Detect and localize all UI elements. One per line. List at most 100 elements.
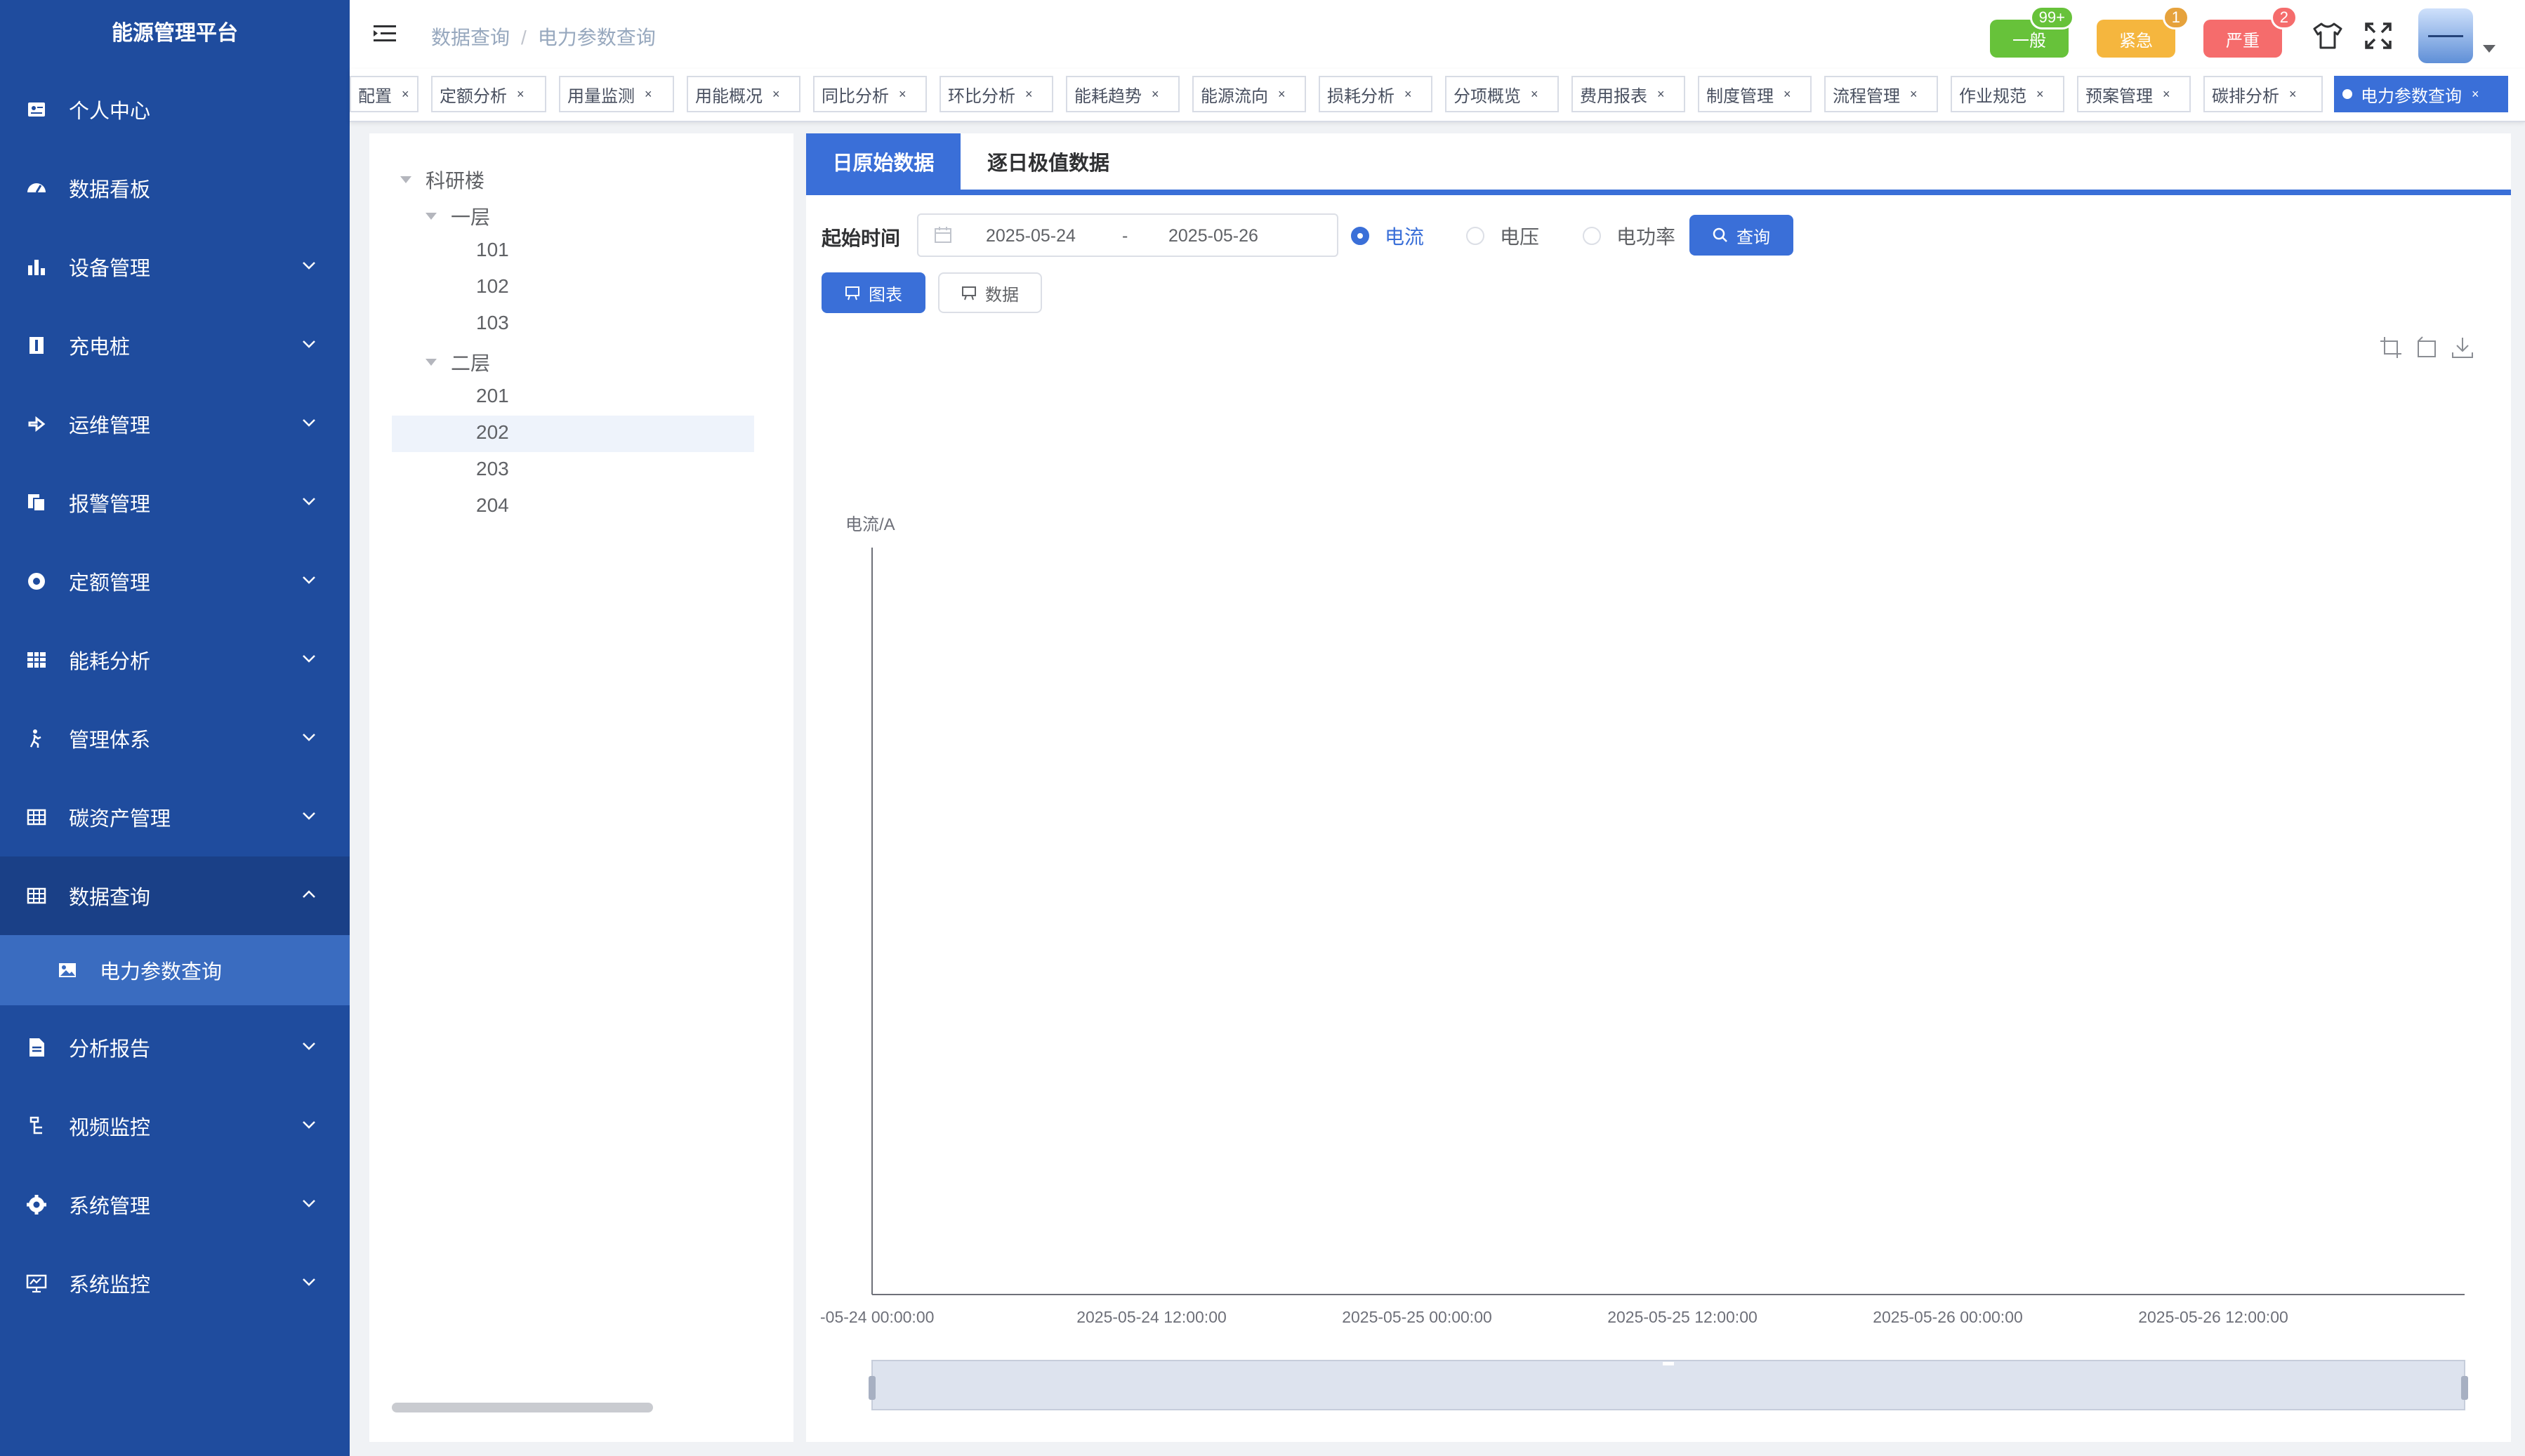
tree-node-room[interactable]: 201 (476, 385, 509, 407)
close-icon[interactable]: × (2163, 87, 2170, 102)
tag[interactable]: 分项概览 × (1445, 76, 1559, 112)
close-icon[interactable]: × (1404, 87, 1412, 102)
close-icon[interactable]: × (1784, 87, 1791, 102)
theme-shirt-icon[interactable] (2312, 20, 2344, 52)
sidebar-item[interactable]: 能耗分析 (0, 621, 350, 699)
hamburger-menu-icon[interactable] (372, 21, 397, 46)
expand-caret-icon[interactable] (426, 213, 437, 220)
tag[interactable]: 配置 × (350, 76, 418, 112)
tag[interactable]: 碳排分析 × (2203, 76, 2323, 112)
sidebar-item[interactable]: 管理体系 (0, 699, 350, 778)
close-icon[interactable]: × (2036, 87, 2044, 102)
close-icon[interactable]: × (1657, 87, 1665, 102)
sidebar-item[interactable]: 系统管理 (0, 1165, 350, 1244)
chevron-down-icon[interactable] (299, 334, 319, 354)
expand-caret-icon[interactable] (400, 176, 411, 183)
alert-severe-button[interactable]: 严重 2 (2203, 6, 2297, 58)
sidebar-item[interactable]: 分析报告 (0, 1008, 350, 1087)
start-date-input[interactable]: 2025-05-24 (986, 226, 1076, 246)
breadcrumb-item[interactable]: 数据查询 (431, 27, 510, 48)
avatar[interactable] (2418, 8, 2473, 63)
chevron-down-icon[interactable] (299, 806, 319, 826)
close-icon[interactable]: × (517, 87, 525, 102)
radio-current[interactable]: 电流 (1351, 222, 1424, 250)
chevron-down-icon[interactable] (299, 256, 319, 275)
close-icon[interactable]: × (2472, 87, 2479, 102)
tag[interactable]: 同比分析 × (813, 76, 927, 112)
tag[interactable]: 作业规范 × (1951, 76, 2064, 112)
tag[interactable]: 损耗分析 × (1319, 76, 1432, 112)
caret-down-icon[interactable] (2483, 45, 2496, 53)
sidebar-item[interactable]: 运维管理 (0, 385, 350, 463)
sidebar-item[interactable]: 报警管理 (0, 463, 350, 542)
close-icon[interactable]: × (1025, 87, 1033, 102)
close-icon[interactable]: × (402, 87, 409, 102)
end-date-input[interactable]: 2025-05-26 (1168, 226, 1258, 246)
chevron-down-icon[interactable] (299, 1272, 319, 1292)
tag[interactable]: 能耗趋势 × (1066, 76, 1180, 112)
chart-view-button[interactable]: 图表 (822, 272, 925, 313)
sidebar-item[interactable]: 碳资产管理 (0, 778, 350, 856)
tree-node-room[interactable]: 102 (476, 275, 509, 298)
chevron-down-icon[interactable] (299, 1193, 319, 1213)
tree-node-room-selected[interactable]: 202 (476, 421, 509, 444)
tag[interactable]: 环比分析 × (940, 76, 1053, 112)
tag[interactable]: 费用报表 × (1571, 76, 1685, 112)
sidebar-item[interactable]: 系统监控 (0, 1244, 350, 1323)
close-icon[interactable]: × (2289, 87, 2297, 102)
close-icon[interactable]: × (772, 87, 780, 102)
expand-caret-icon[interactable] (426, 359, 437, 366)
tab-daily-extreme[interactable]: 逐日极值数据 (961, 133, 1136, 190)
fullscreen-icon[interactable] (2362, 20, 2394, 52)
tree-node-room[interactable]: 203 (476, 458, 509, 480)
tree-node-room[interactable]: 101 (476, 239, 509, 261)
download-icon[interactable] (2451, 336, 2474, 359)
data-view-button[interactable]: 数据 (938, 272, 1042, 313)
chevron-down-icon[interactable] (299, 727, 319, 747)
zoom-reset-icon[interactable] (2415, 336, 2439, 359)
date-range-picker[interactable]: 2025-05-24 - 2025-05-26 (917, 213, 1338, 257)
tag[interactable]: 定额分析 × (431, 76, 546, 112)
chevron-up-icon[interactable] (299, 885, 319, 904)
tree-node-floor[interactable]: 二层 (426, 348, 490, 376)
zoom-select-icon[interactable] (2379, 336, 2403, 359)
tree-node-room[interactable]: 204 (476, 494, 509, 517)
tag[interactable]: 预案管理 × (2077, 76, 2191, 112)
sidebar-item[interactable]: 设备管理 (0, 227, 350, 306)
tab-daily-raw[interactable]: 日原始数据 (806, 133, 961, 190)
tag[interactable]: 用能概况 × (687, 76, 800, 112)
chevron-down-icon[interactable] (299, 1036, 319, 1056)
alert-normal-button[interactable]: 一般 99+ (1990, 6, 2074, 58)
tag[interactable]: 能源流向 × (1192, 76, 1306, 112)
sidebar-item[interactable]: 定额管理 (0, 542, 350, 621)
query-button[interactable]: 查询 (1689, 215, 1793, 256)
close-icon[interactable]: × (645, 87, 652, 102)
radio-power[interactable]: 电功率 (1583, 222, 1675, 250)
alert-urgent-button[interactable]: 紧急 1 (2097, 6, 2189, 58)
sidebar-item[interactable]: 充电桩 (0, 306, 350, 385)
chevron-down-icon[interactable] (299, 413, 319, 432)
chevron-down-icon[interactable] (299, 491, 319, 511)
horizontal-scrollbar[interactable] (392, 1403, 653, 1412)
close-icon[interactable]: × (1278, 87, 1286, 102)
chevron-down-icon[interactable] (299, 649, 319, 668)
radio-voltage[interactable]: 电压 (1466, 222, 1539, 250)
chevron-down-icon[interactable] (299, 1115, 319, 1134)
sidebar-item[interactable]: 个人中心 (0, 70, 350, 149)
close-icon[interactable]: × (1152, 87, 1159, 102)
sidebar-item[interactable]: 数据查询 (0, 856, 350, 935)
tree-node-floor[interactable]: 一层 (426, 202, 490, 230)
chevron-down-icon[interactable] (299, 570, 319, 590)
tag[interactable]: 流程管理 × (1824, 76, 1938, 112)
tag[interactable]: 制度管理 × (1698, 76, 1812, 112)
sidebar-item[interactable]: 电力参数查询 (0, 935, 350, 1005)
close-icon[interactable]: × (1531, 87, 1538, 102)
tree-node-root[interactable]: 科研楼 (400, 166, 484, 194)
sidebar-item[interactable]: 数据看板 (0, 149, 350, 227)
tag-active[interactable]: 电力参数查询 × (2334, 76, 2508, 112)
sidebar-item[interactable]: 视频监控 (0, 1087, 350, 1165)
close-icon[interactable]: × (1910, 87, 1918, 102)
tag[interactable]: 用量监测 × (559, 76, 674, 112)
close-icon[interactable]: × (899, 87, 907, 102)
tree-node-room[interactable]: 103 (476, 312, 509, 334)
